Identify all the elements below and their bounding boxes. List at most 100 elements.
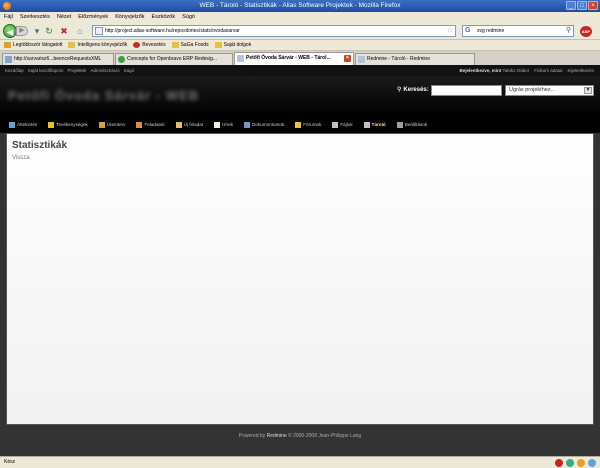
addon-status-icon[interactable]	[577, 459, 585, 467]
minimize-button[interactable]: _	[566, 1, 576, 10]
browser-statusbar: Kész	[0, 456, 600, 468]
tab-settings[interactable]: Beállítások	[392, 116, 432, 133]
tab-strip: http://sarvarisz6...beenceRequestsXML Co…	[0, 51, 600, 65]
web-page: Kezdőlap Saját kezdőlapom Projektek Admi…	[0, 65, 600, 456]
project-title: Petőfi Óvoda Sárvár - WEB	[8, 88, 200, 103]
tab-sarvar-xml[interactable]: http://sarvarisz6...beenceRequestsXML	[2, 53, 114, 65]
menu-edit[interactable]: Szerkesztés	[20, 12, 50, 22]
top-menu-my-account[interactable]: Fiókom adatai	[534, 65, 562, 76]
tab-roadmap[interactable]: Ütemterv	[94, 116, 131, 133]
status-icons	[555, 459, 596, 467]
window-title: WEB - Tároló - Statisztikák - Alias Soft…	[199, 2, 401, 9]
status-text: Kész	[4, 459, 16, 465]
project-main-menu: Áttekintés Tevékenységek Ütemterv Felada…	[0, 116, 600, 133]
tab-issues[interactable]: Feladatok	[131, 116, 169, 133]
bookmark-folder-icon	[68, 42, 76, 48]
top-menu-admin[interactable]: Adminisztráció	[90, 65, 119, 76]
menu-history[interactable]: Előzmények	[78, 12, 108, 22]
forward-button[interactable]: ▶	[16, 26, 28, 36]
bookmark-intro[interactable]: Bevezetés	[133, 42, 166, 48]
back-link[interactable]: Vissza	[12, 155, 30, 161]
tab-new-issue[interactable]: Új feladat	[171, 116, 208, 133]
url-text: http://project.alias-software.hu/reposit…	[105, 28, 240, 34]
roadmap-icon	[98, 121, 105, 128]
bookmark-smart[interactable]: Intelligens könyvjelzők	[68, 42, 127, 48]
forward-arrow-icon: ▶	[19, 27, 25, 34]
documents-icon	[244, 121, 251, 128]
site-favicon	[95, 27, 103, 35]
main-content: Statisztikák Vissza	[6, 133, 594, 425]
page-icon	[358, 56, 365, 63]
tab-documents[interactable]: Dokumentumok	[239, 116, 289, 133]
search-icon[interactable]: ⚲	[566, 26, 571, 36]
page-icon	[118, 56, 125, 63]
navigation-toolbar: ◀ ▶ ▾ ↻ ✖ ⌂ http://project.alias-softwar…	[0, 22, 600, 40]
top-menu-projects[interactable]: Projektek	[68, 65, 87, 76]
back-button[interactable]: ◀	[3, 24, 17, 38]
bookmark-star-icon[interactable]: ☆	[447, 26, 453, 36]
top-menu-my-page[interactable]: Saját kezdőlapom	[28, 65, 64, 76]
menu-tools[interactable]: Eszközök	[152, 12, 176, 22]
stop-icon[interactable]: ✖	[59, 26, 69, 36]
window-controls: _ □ ×	[566, 1, 598, 10]
chevron-down-icon: ▼	[584, 87, 592, 94]
top-menu-help[interactable]: Súgó	[124, 65, 135, 76]
menu-view[interactable]: Nézet	[57, 12, 71, 22]
google-icon[interactable]: G	[465, 27, 470, 35]
home-icon[interactable]: ⌂	[75, 26, 85, 36]
adblock-icon[interactable]: ABP	[580, 26, 592, 37]
history-dropdown-icon[interactable]: ▾	[32, 26, 42, 36]
menu-help[interactable]: Súgó	[182, 12, 195, 22]
project-search-input[interactable]	[431, 85, 502, 96]
top-menu: Kezdőlap Saját kezdőlapom Projektek Admi…	[0, 65, 600, 76]
page-footer: Powered by Redmine © 2006-2008 Jean-Phil…	[238, 433, 362, 439]
redmine-link[interactable]: Redmine	[267, 433, 287, 439]
bookmark-own-stuff[interactable]: Saját dolgok	[214, 42, 251, 48]
tab-repository[interactable]: Tároló	[359, 116, 391, 133]
tab-petofi-active[interactable]: Petőfi Óvoda Sárvár - WEB - Tárol... ×	[234, 52, 354, 65]
forums-icon	[295, 121, 302, 128]
news-icon	[214, 121, 221, 128]
tab-files[interactable]: Fájlok	[327, 116, 357, 133]
settings-icon	[396, 121, 403, 128]
bookmark-folder-icon	[214, 42, 222, 48]
addon-status-icon[interactable]	[566, 459, 574, 467]
tab-openbravo[interactable]: Concepts for Openbravo ERP Redesig...	[115, 53, 233, 65]
addon-status-icon[interactable]	[588, 459, 596, 467]
search-icon: ⚲	[397, 87, 402, 93]
window-titlebar: WEB - Tároló - Statisztikák - Alias Soft…	[0, 0, 600, 12]
new-issue-icon	[175, 121, 182, 128]
logged-in-as: Bejelentkezve, mint Tabiko Gábor	[459, 68, 530, 73]
search-bar-text: svg redmine	[477, 28, 505, 34]
top-menu-home[interactable]: Kezdőlap	[5, 65, 24, 76]
search-bar[interactable]: G svg redmine ⚲	[462, 25, 574, 37]
logged-user[interactable]: Tabiko Gábor	[502, 68, 529, 73]
close-tab-icon[interactable]: ×	[344, 55, 351, 62]
top-menu-logout[interactable]: Kijelentkezés	[567, 65, 594, 76]
files-icon	[332, 121, 339, 128]
maximize-button[interactable]: □	[577, 1, 587, 10]
overview-icon	[9, 121, 15, 128]
repository-icon	[363, 121, 370, 128]
menu-bookmarks[interactable]: Könyvjelzők	[115, 12, 144, 22]
close-window-button[interactable]: ×	[588, 1, 598, 10]
tab-news[interactable]: Hírek	[209, 116, 238, 133]
tab-overview[interactable]: Áttekintés	[4, 116, 42, 133]
tab-forums[interactable]: Fórumok	[290, 116, 326, 133]
bookmark-folder-icon	[171, 42, 179, 48]
bookmark-saga-foods[interactable]: SaGa Foods	[171, 42, 209, 48]
adblock-status-icon[interactable]	[555, 459, 563, 467]
bookmarks-toolbar: Legtöbbször látogatott Intelligens könyv…	[0, 40, 600, 51]
tab-redmine[interactable]: Redmine - Tároló - Redmine	[355, 53, 475, 65]
url-bar[interactable]: http://project.alias-software.hu/reposit…	[92, 25, 456, 37]
reload-icon[interactable]: ↻	[44, 26, 54, 36]
tab-activity[interactable]: Tevékenységek	[43, 116, 93, 133]
bookmark-most-visited[interactable]: Legtöbbször látogatott	[4, 42, 62, 48]
browser-menubar: Fájl Szerkesztés Nézet Előzmények Könyvj…	[0, 12, 600, 22]
menu-file[interactable]: Fájl	[4, 12, 13, 22]
bookmark-folder-icon	[4, 42, 11, 48]
page-icon	[237, 55, 244, 62]
bookmark-feed-icon	[133, 42, 141, 48]
jump-to-project-select[interactable]: Ugrás projekthez... ▼	[505, 85, 594, 96]
page-title: Statisztikák	[12, 140, 68, 151]
